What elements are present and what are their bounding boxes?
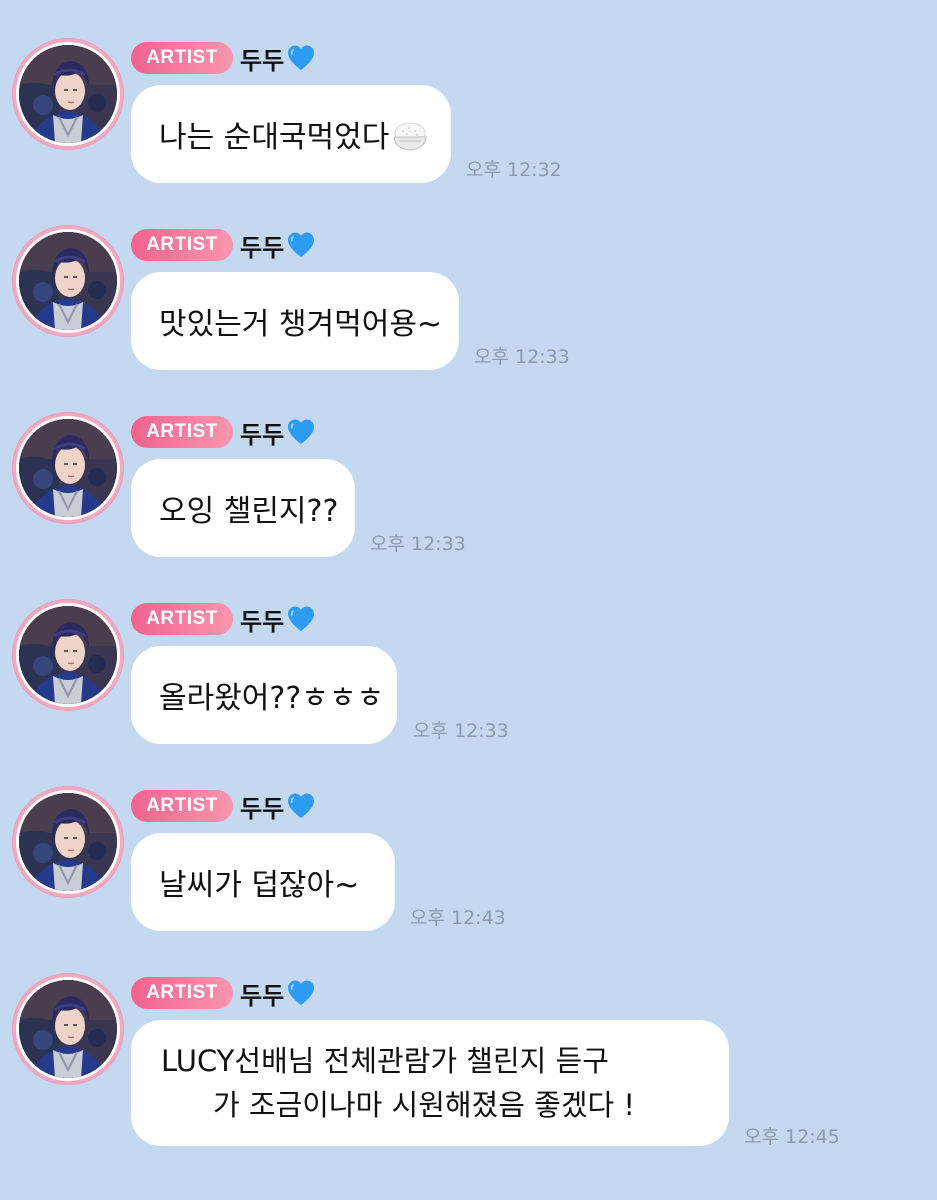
- message-text: 올라왔어??ㅎㅎㅎ: [159, 681, 385, 716]
- message-text: 나는 순대국먹었다: [159, 112, 429, 156]
- avatar[interactable]: [12, 973, 124, 1085]
- artist-badge: ARTIST: [131, 229, 233, 261]
- message-bubble[interactable]: LUCY선배님 전체관람가 챌린지 듣구 가 조금이나마 시원해졌음 좋겠다 !: [131, 1020, 729, 1146]
- sender-name: 두두: [240, 46, 285, 75]
- chat-message: ARTIST 두두 나는 순대국먹었다 오후 12:32: [0, 38, 937, 208]
- artist-badge: ARTIST: [131, 790, 233, 822]
- blue-heart-icon: [287, 44, 316, 71]
- message-text: 날씨가 덥잖아~: [159, 868, 360, 903]
- avatar[interactable]: [12, 225, 124, 337]
- rice-bowl-icon: [393, 122, 428, 151]
- artist-badge: ARTIST: [131, 603, 233, 635]
- chat-message: ARTIST 두두 오잉 챌린지?? 오후 12:33: [0, 412, 937, 582]
- artist-badge: ARTIST: [131, 42, 233, 74]
- sender-row: 두두: [240, 788, 316, 824]
- message-timestamp: 오후 12:33: [413, 720, 509, 742]
- profile-photo: [19, 606, 117, 704]
- profile-photo: [19, 232, 117, 330]
- chat-message: ARTIST 두두 날씨가 덥잖아~ 오후 12:43: [0, 786, 937, 956]
- sender-name: 두두: [240, 981, 285, 1010]
- message-text: 오잉 챌린지??: [159, 494, 339, 529]
- sender-row: 두두: [240, 414, 316, 450]
- blue-heart-icon: [287, 418, 316, 445]
- chat-message: ARTIST 두두 LUCY선배님 전체관람가 챌린지 듣구 가 조금이나마 시…: [0, 973, 937, 1173]
- sender-name: 두두: [240, 233, 285, 262]
- message-text-line: LUCY선배님 전체관람가 챌린지 듣구: [161, 1044, 609, 1078]
- chat-message: ARTIST 두두 올라왔어??ㅎㅎㅎ 오후 12:33: [0, 599, 937, 769]
- avatar[interactable]: [12, 412, 124, 524]
- message-text: 맛있는거 챙겨먹어용~: [159, 307, 443, 342]
- sender-row: 두두: [240, 601, 316, 637]
- profile-photo: [19, 419, 117, 517]
- avatar[interactable]: [12, 38, 124, 150]
- artist-badge: ARTIST: [131, 416, 233, 448]
- message-bubble[interactable]: 날씨가 덥잖아~: [131, 833, 395, 931]
- artist-badge: ARTIST: [131, 977, 233, 1009]
- message-text: LUCY선배님 전체관람가 챌린지 듣구 가 조금이나마 시원해졌음 좋겠다 !: [161, 1039, 635, 1127]
- message-timestamp: 오후 12:32: [466, 159, 562, 181]
- sender-row: 두두: [240, 40, 316, 76]
- blue-heart-icon: [287, 231, 316, 258]
- sender-row: 두두: [240, 227, 316, 263]
- blue-heart-icon: [287, 979, 316, 1006]
- message-timestamp: 오후 12:33: [370, 533, 466, 555]
- avatar[interactable]: [12, 786, 124, 898]
- sender-name: 두두: [240, 794, 285, 823]
- avatar[interactable]: [12, 599, 124, 711]
- message-bubble[interactable]: 나는 순대국먹었다: [131, 85, 451, 183]
- chat-message: ARTIST 두두 맛있는거 챙겨먹어용~ 오후 12:33: [0, 225, 937, 395]
- message-bubble[interactable]: 올라왔어??ㅎㅎㅎ: [131, 646, 397, 744]
- profile-photo: [19, 793, 117, 891]
- message-timestamp: 오후 12:45: [744, 1126, 840, 1148]
- message-timestamp: 오후 12:43: [410, 907, 506, 929]
- blue-heart-icon: [287, 792, 316, 819]
- sender-row: 두두: [240, 975, 316, 1011]
- message-text-line: 가 조금이나마 시원해졌음 좋겠다 !: [213, 1088, 636, 1122]
- profile-photo: [19, 980, 117, 1078]
- message-bubble[interactable]: 맛있는거 챙겨먹어용~: [131, 272, 459, 370]
- chat-message-list[interactable]: ARTIST 두두 나는 순대국먹었다 오후 12:32 ARTIST 두두 맛…: [0, 0, 937, 1200]
- blue-heart-icon: [287, 605, 316, 632]
- sender-name: 두두: [240, 607, 285, 636]
- message-bubble[interactable]: 오잉 챌린지??: [131, 459, 355, 557]
- sender-name: 두두: [240, 420, 285, 449]
- profile-photo: [19, 45, 117, 143]
- message-timestamp: 오후 12:33: [474, 346, 570, 368]
